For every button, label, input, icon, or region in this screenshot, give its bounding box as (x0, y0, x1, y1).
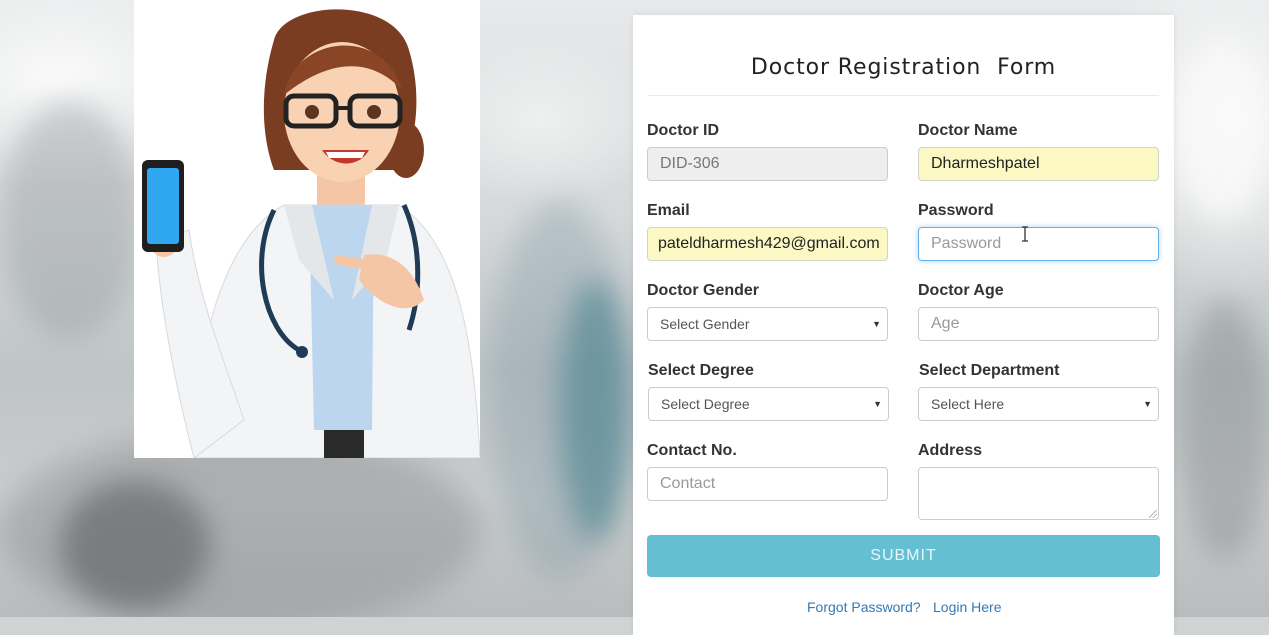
doctor-illustration (134, 0, 480, 458)
registration-card: Doctor Registration Form Doctor ID DID-3… (633, 15, 1174, 635)
doctor-id-label: Doctor ID (647, 122, 719, 139)
doctor-illustration-svg (142, 9, 480, 458)
form-title: Doctor Registration Form (750, 55, 1057, 80)
doctor-age-label: Doctor Age (918, 282, 1004, 299)
doctor-name-field[interactable]: Dharmeshpatel (918, 147, 1159, 181)
select-degree-label: Select Degree (648, 362, 754, 379)
bg-shape (560, 280, 630, 540)
department-select-value: Select Here (931, 396, 1005, 412)
doctor-gender-label: Doctor Gender (647, 282, 760, 299)
forgot-password-link[interactable]: Forgot Password? (807, 599, 921, 615)
address-textarea[interactable] (918, 467, 1159, 520)
email-field[interactable]: pateldharmesh429@gmail.com (647, 227, 888, 261)
text-cursor-icon (1022, 226, 1028, 242)
bg-shape (0, 100, 140, 340)
degree-select[interactable]: Select Degree ▼ (648, 387, 889, 421)
degree-select-value: Select Degree (661, 396, 750, 412)
dropdown-caret-icon: ▼ (872, 319, 881, 329)
age-field[interactable]: Age (918, 307, 1159, 341)
bg-shape (1175, 40, 1269, 220)
password-label: Password (918, 202, 994, 219)
email-label: Email (647, 202, 690, 219)
dropdown-caret-icon: ▼ (873, 399, 882, 409)
contact-field[interactable]: Contact (647, 467, 888, 501)
password-field[interactable]: Password (918, 227, 1159, 261)
submit-button[interactable]: SUBMIT (647, 535, 1160, 577)
doctor-name-label: Doctor Name (918, 122, 1018, 139)
address-label: Address (918, 442, 983, 459)
gender-select[interactable]: Select Gender ▼ (647, 307, 888, 341)
department-select[interactable]: Select Here ▼ (918, 387, 1159, 421)
contact-label: Contact No. (647, 442, 737, 459)
doctor-id-field: DID-306 (647, 147, 888, 181)
login-here-link[interactable]: Login Here (933, 599, 1002, 615)
textarea-resize-handle[interactable] (1149, 510, 1157, 518)
gender-select-value: Select Gender (660, 316, 750, 332)
title-divider (648, 95, 1159, 96)
bg-shape (60, 480, 210, 610)
dropdown-caret-icon: ▼ (1143, 399, 1152, 409)
bg-shape (1180, 300, 1269, 560)
select-department-label: Select Department (919, 362, 1060, 379)
